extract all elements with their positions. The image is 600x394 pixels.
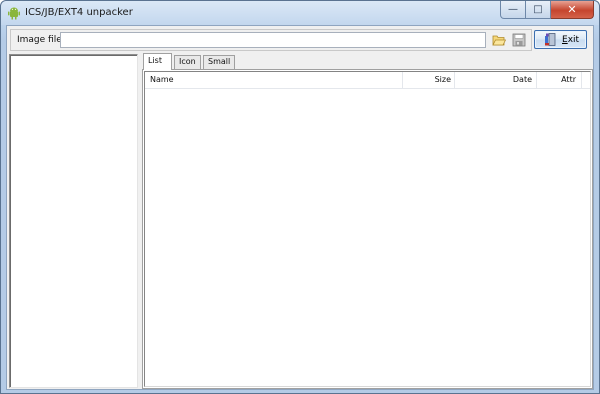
list-header: Name Size Date Attr	[145, 72, 590, 89]
column-header-attr[interactable]: Attr	[537, 72, 582, 89]
minimize-button[interactable]: —	[500, 1, 526, 19]
column-header-date[interactable]: Date	[455, 72, 537, 89]
folder-open-icon	[492, 35, 506, 46]
save-icon	[512, 33, 526, 47]
minimize-icon: —	[508, 4, 518, 15]
title-bar[interactable]: ICS/JB/EXT4 unpacker — □ ✕	[1, 1, 599, 25]
open-image-button[interactable]	[491, 32, 507, 48]
tab-icon[interactable]: Icon	[174, 55, 201, 69]
android-app-icon	[8, 7, 20, 20]
column-header-name[interactable]: Name	[145, 72, 403, 89]
exit-button[interactable]: Exit	[534, 30, 587, 49]
maximize-button[interactable]: □	[526, 1, 551, 19]
exit-label: Exit	[562, 34, 580, 45]
tab-panel: Name Size Date Attr	[142, 69, 593, 389]
image-file-bar: Image file :	[10, 29, 532, 51]
tab-small[interactable]: Small	[203, 55, 235, 69]
file-list-view[interactable]: Name Size Date Attr	[144, 71, 591, 387]
window-title: ICS/JB/EXT4 unpacker	[25, 7, 133, 18]
folder-tree-pane[interactable]	[9, 54, 138, 388]
image-file-input[interactable]	[60, 32, 486, 48]
close-icon: ✕	[567, 3, 577, 16]
client-area: Image file : Exit List Icon Small Name S…	[6, 25, 594, 390]
save-button[interactable]	[511, 32, 527, 48]
app-window: ICS/JB/EXT4 unpacker — □ ✕ Image file :	[0, 0, 600, 394]
tab-list[interactable]: List	[143, 53, 172, 70]
caption-buttons: — □ ✕	[500, 1, 594, 19]
close-button[interactable]: ✕	[551, 1, 594, 19]
exit-door-icon	[545, 33, 556, 46]
column-header-size[interactable]: Size	[403, 72, 455, 89]
maximize-icon: □	[533, 4, 543, 15]
